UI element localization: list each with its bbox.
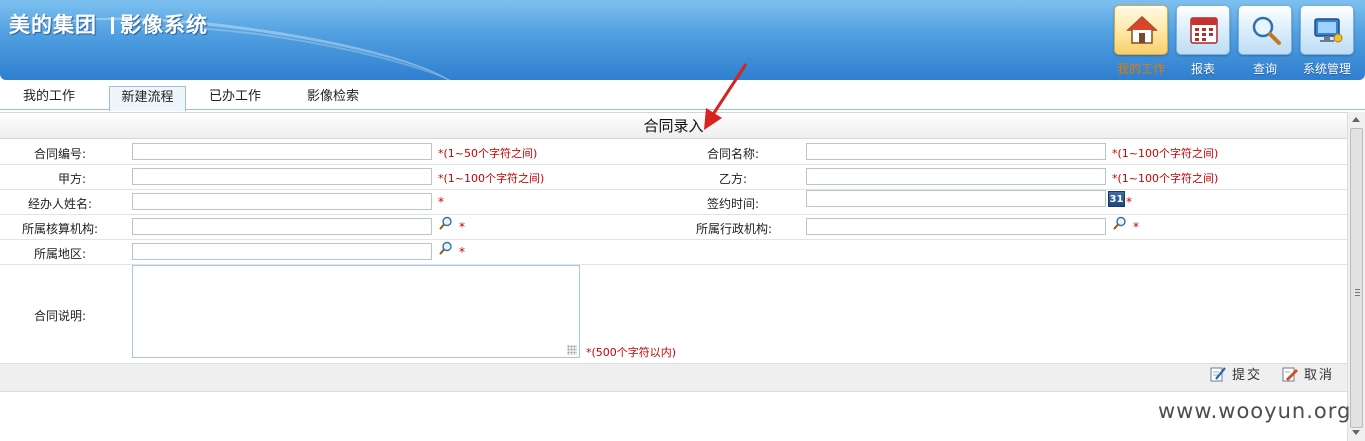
description-label: 合同说明: — [33, 309, 86, 323]
edit-pencil-icon — [1210, 367, 1226, 382]
report-calendar-icon — [1176, 5, 1230, 55]
cancel-button[interactable]: 取消 — [1281, 365, 1334, 385]
vertical-scrollbar[interactable] — [1347, 112, 1365, 441]
brand-name: 美的集团 — [9, 13, 97, 37]
row-divider — [0, 214, 1347, 215]
contract-no-input[interactable] — [132, 143, 432, 160]
sign-date-input[interactable] — [806, 190, 1106, 207]
nav-query[interactable]: 查询 — [1237, 5, 1293, 77]
form-title: 合同录入 — [0, 112, 1347, 139]
nav-label: 报表 — [1190, 62, 1215, 76]
row-divider — [0, 189, 1347, 190]
cancel-label: 取消 — [1304, 368, 1335, 383]
party-a-label: 甲方: — [57, 172, 86, 186]
system-name: 影像系统 — [120, 13, 208, 37]
admin-org-input[interactable] — [806, 218, 1106, 235]
contract-name-input[interactable] — [806, 143, 1106, 160]
handler-name-required: * — [438, 195, 444, 209]
action-bar — [0, 363, 1347, 392]
tab-done-work[interactable]: 已办工作 — [198, 86, 272, 110]
description-hint: *(500个字符以内) — [586, 346, 677, 359]
tab-bar: 我的工作 新建流程 已办工作 影像检索 — [0, 82, 1365, 111]
app-title: 美的集团 影像系统 — [9, 9, 208, 39]
accounting-org-required: * — [459, 220, 465, 234]
description-textarea[interactable] — [132, 265, 580, 358]
contract-no-label: 合同编号: — [33, 147, 86, 161]
scrollbar-thumb[interactable] — [1350, 128, 1363, 428]
party-b-label: 乙方: — [718, 172, 747, 186]
tab-image-search[interactable]: 影像检索 — [296, 86, 370, 110]
nav-label: 我的工作 — [1116, 62, 1165, 76]
watermark: www.wooyun.org — [1158, 399, 1352, 423]
party-b-hint: *(1~100个字符之间) — [1112, 172, 1219, 185]
annotation-arrow — [704, 63, 748, 130]
contract-name-label: 合同名称: — [706, 147, 759, 161]
nav-my-work[interactable]: 我的工作 — [1113, 5, 1169, 77]
title-separator — [111, 17, 114, 34]
accounting-org-input[interactable] — [132, 218, 432, 235]
handler-name-label: 经办人姓名: — [27, 197, 92, 211]
party-a-hint: *(1~100个字符之间) — [438, 172, 545, 185]
resize-grip-icon[interactable] — [567, 345, 577, 355]
region-required: * — [459, 245, 465, 259]
lookup-magnifier-icon[interactable] — [439, 216, 453, 230]
tab-my-work[interactable]: 我的工作 — [12, 86, 86, 110]
submit-button[interactable]: 提交 — [1209, 365, 1262, 385]
nav-system-admin[interactable]: 系统管理 — [1299, 5, 1355, 77]
row-divider — [0, 239, 1347, 240]
scroll-down-icon[interactable] — [1352, 430, 1360, 435]
party-a-input[interactable] — [132, 168, 432, 185]
lookup-magnifier-icon[interactable] — [1113, 216, 1127, 230]
contract-name-hint: *(1~100个字符之间) — [1112, 147, 1219, 160]
magnifier-icon — [1238, 5, 1292, 55]
submit-label: 提交 — [1232, 368, 1263, 383]
nav-report[interactable]: 报表 — [1175, 5, 1231, 77]
party-b-input[interactable] — [806, 168, 1106, 185]
sign-date-label: 签约时间: — [706, 197, 759, 211]
home-icon — [1114, 5, 1168, 55]
tab-new-process[interactable]: 新建流程 — [109, 86, 186, 111]
monitor-settings-icon — [1300, 5, 1354, 55]
cancel-eraser-icon — [1282, 367, 1299, 382]
app-header: 美的集团 影像系统 我的工作 报表 查询 系统管理 — [0, 0, 1365, 80]
nav-label: 系统管理 — [1302, 62, 1351, 76]
region-label: 所属地区: — [33, 247, 86, 261]
nav-label: 查询 — [1252, 62, 1277, 76]
region-input[interactable] — [132, 243, 432, 260]
calendar-icon[interactable]: 31 — [1108, 191, 1125, 207]
handler-name-input[interactable] — [132, 193, 432, 210]
grip-icon — [1355, 289, 1360, 296]
lookup-magnifier-icon[interactable] — [439, 241, 453, 255]
contract-no-hint: *(1~50个字符之间) — [438, 147, 538, 160]
admin-org-required: * — [1133, 220, 1139, 234]
accounting-org-label: 所属核算机构: — [21, 222, 98, 236]
admin-org-label: 所属行政机构: — [695, 222, 772, 236]
sign-date-required: * — [1126, 195, 1132, 209]
scroll-up-icon[interactable] — [1352, 117, 1360, 122]
row-divider — [0, 164, 1347, 165]
